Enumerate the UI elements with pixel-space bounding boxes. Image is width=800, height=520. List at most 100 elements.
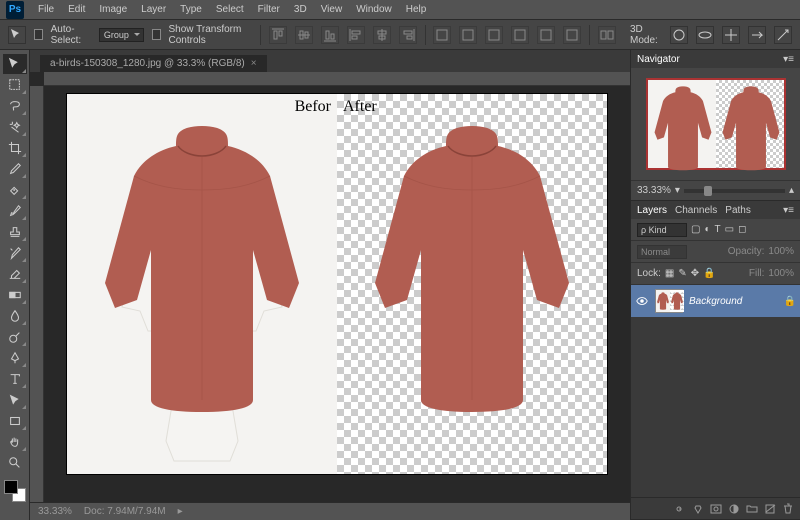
distribute-icon[interactable] (459, 26, 477, 44)
eyedropper-tool[interactable] (3, 159, 27, 179)
status-docinfo[interactable]: Doc: 7.94M/7.94M (84, 506, 166, 517)
3d-scale-icon[interactable] (774, 26, 792, 44)
filter-adjust-icon[interactable]: ◐ (704, 224, 710, 235)
marquee-tool[interactable] (3, 75, 27, 95)
distribute-icon[interactable] (563, 26, 581, 44)
ruler-horizontal[interactable] (44, 72, 630, 86)
zoom-tool[interactable] (3, 453, 27, 473)
layer-style-icon[interactable] (692, 503, 704, 515)
layer-lock-icon[interactable]: 🔒 (784, 296, 796, 307)
move-tool[interactable] (3, 54, 27, 74)
heal-tool[interactable] (3, 180, 27, 200)
lock-all-icon[interactable]: 🔒 (703, 268, 715, 279)
layer-visibility-icon[interactable] (635, 294, 649, 308)
adjustment-layer-icon[interactable] (728, 503, 740, 515)
align-top-icon[interactable] (269, 26, 287, 44)
show-transform-checkbox[interactable] (152, 29, 161, 40)
menu-file[interactable]: File (38, 4, 54, 15)
delete-layer-icon[interactable] (782, 503, 794, 515)
menu-view[interactable]: View (321, 4, 343, 15)
navigator-panel-header[interactable]: Navigator ▾≡ (631, 50, 800, 68)
zoom-slider[interactable] (684, 189, 785, 193)
auto-select-checkbox[interactable] (34, 29, 43, 40)
path-select-tool[interactable] (3, 390, 27, 410)
lock-transparent-icon[interactable]: ▦ (665, 268, 674, 279)
status-zoom[interactable]: 33.33% (38, 506, 72, 517)
eraser-tool[interactable] (3, 264, 27, 284)
align-bottom-icon[interactable] (321, 26, 339, 44)
crop-tool[interactable] (3, 138, 27, 158)
menu-select[interactable]: Select (216, 4, 244, 15)
rectangle-tool[interactable] (3, 411, 27, 431)
distribute-icon[interactable] (485, 26, 503, 44)
history-brush-tool[interactable] (3, 243, 27, 263)
align-left-icon[interactable] (347, 26, 365, 44)
dodge-tool[interactable] (3, 327, 27, 347)
3d-orbit-icon[interactable] (670, 26, 688, 44)
menu-3d[interactable]: 3D (294, 4, 307, 15)
menu-help[interactable]: Help (406, 4, 427, 15)
canvas[interactable]: Befor After (44, 86, 630, 502)
zoom-out-icon[interactable]: ▾ (675, 185, 680, 196)
menu-filter[interactable]: Filter (258, 4, 280, 15)
layer-row[interactable]: Background 🔒 (631, 285, 800, 317)
panel-menu-icon[interactable]: ▾≡ (783, 54, 794, 65)
layer-filter-dropdown[interactable]: ρ Kind (637, 223, 687, 237)
filter-smart-icon[interactable]: ◻ (738, 224, 746, 235)
wand-tool[interactable] (3, 117, 27, 137)
menu-image[interactable]: Image (99, 4, 127, 15)
type-tool[interactable] (3, 369, 27, 389)
lock-position-icon[interactable]: ✥ (691, 268, 699, 279)
gradient-tool[interactable] (3, 285, 27, 305)
zoom-in-icon[interactable]: ▴ (789, 185, 794, 196)
separator (425, 25, 426, 45)
channels-tab[interactable]: Channels (675, 205, 717, 216)
paths-tab[interactable]: Paths (725, 205, 751, 216)
distribute-icon[interactable] (433, 26, 451, 44)
distribute-icon[interactable] (537, 26, 555, 44)
chevron-right-icon[interactable]: ▸ (178, 506, 183, 517)
layer-thumbnail[interactable] (655, 289, 683, 313)
layer-name[interactable]: Background (689, 296, 742, 307)
auto-select-dropdown[interactable]: Group (99, 28, 144, 42)
filter-shape-icon[interactable]: ▭ (725, 224, 734, 235)
navigator-thumbnail[interactable] (631, 68, 800, 180)
menu-edit[interactable]: Edit (68, 4, 85, 15)
3d-pan-icon[interactable] (722, 26, 740, 44)
blend-mode-dropdown[interactable]: Normal (637, 245, 687, 259)
lasso-tool[interactable] (3, 96, 27, 116)
new-layer-icon[interactable] (764, 503, 776, 515)
close-tab-icon[interactable]: × (251, 58, 257, 69)
shirt-before-icon (87, 118, 317, 418)
link-layers-icon[interactable] (674, 503, 686, 515)
stamp-tool[interactable] (3, 222, 27, 242)
fill-value[interactable]: 100% (768, 268, 794, 279)
pen-tool[interactable] (3, 348, 27, 368)
align-vcenter-icon[interactable] (295, 26, 313, 44)
align-right-icon[interactable] (399, 26, 417, 44)
layers-tab[interactable]: Layers (637, 205, 667, 216)
menu-window[interactable]: Window (356, 4, 392, 15)
filter-type-icon[interactable]: T (715, 224, 721, 235)
blur-tool[interactable] (3, 306, 27, 326)
3d-slide-icon[interactable] (748, 26, 766, 44)
menu-layer[interactable]: Layer (141, 4, 166, 15)
hand-tool[interactable] (3, 432, 27, 452)
lock-pixels-icon[interactable]: ✎ (678, 268, 686, 279)
align-hcenter-icon[interactable] (373, 26, 391, 44)
navigator-zoom-value[interactable]: 33.33% (637, 185, 671, 196)
layer-mask-icon[interactable] (710, 503, 722, 515)
auto-align-icon[interactable] (598, 26, 616, 44)
ruler-vertical[interactable] (30, 86, 44, 502)
panel-menu-icon[interactable]: ▾≡ (783, 205, 794, 216)
document-tab[interactable]: a-birds-150308_1280.jpg @ 33.3% (RGB/8)× (40, 55, 267, 72)
move-tool-indicator[interactable] (8, 26, 26, 44)
menu-type[interactable]: Type (180, 4, 202, 15)
distribute-icon[interactable] (511, 26, 529, 44)
brush-tool[interactable] (3, 201, 27, 221)
filter-pixel-icon[interactable]: ▢ (691, 224, 700, 235)
3d-roll-icon[interactable] (696, 26, 714, 44)
opacity-value[interactable]: 100% (768, 246, 794, 257)
layer-group-icon[interactable] (746, 503, 758, 515)
color-swatches[interactable] (4, 480, 26, 502)
